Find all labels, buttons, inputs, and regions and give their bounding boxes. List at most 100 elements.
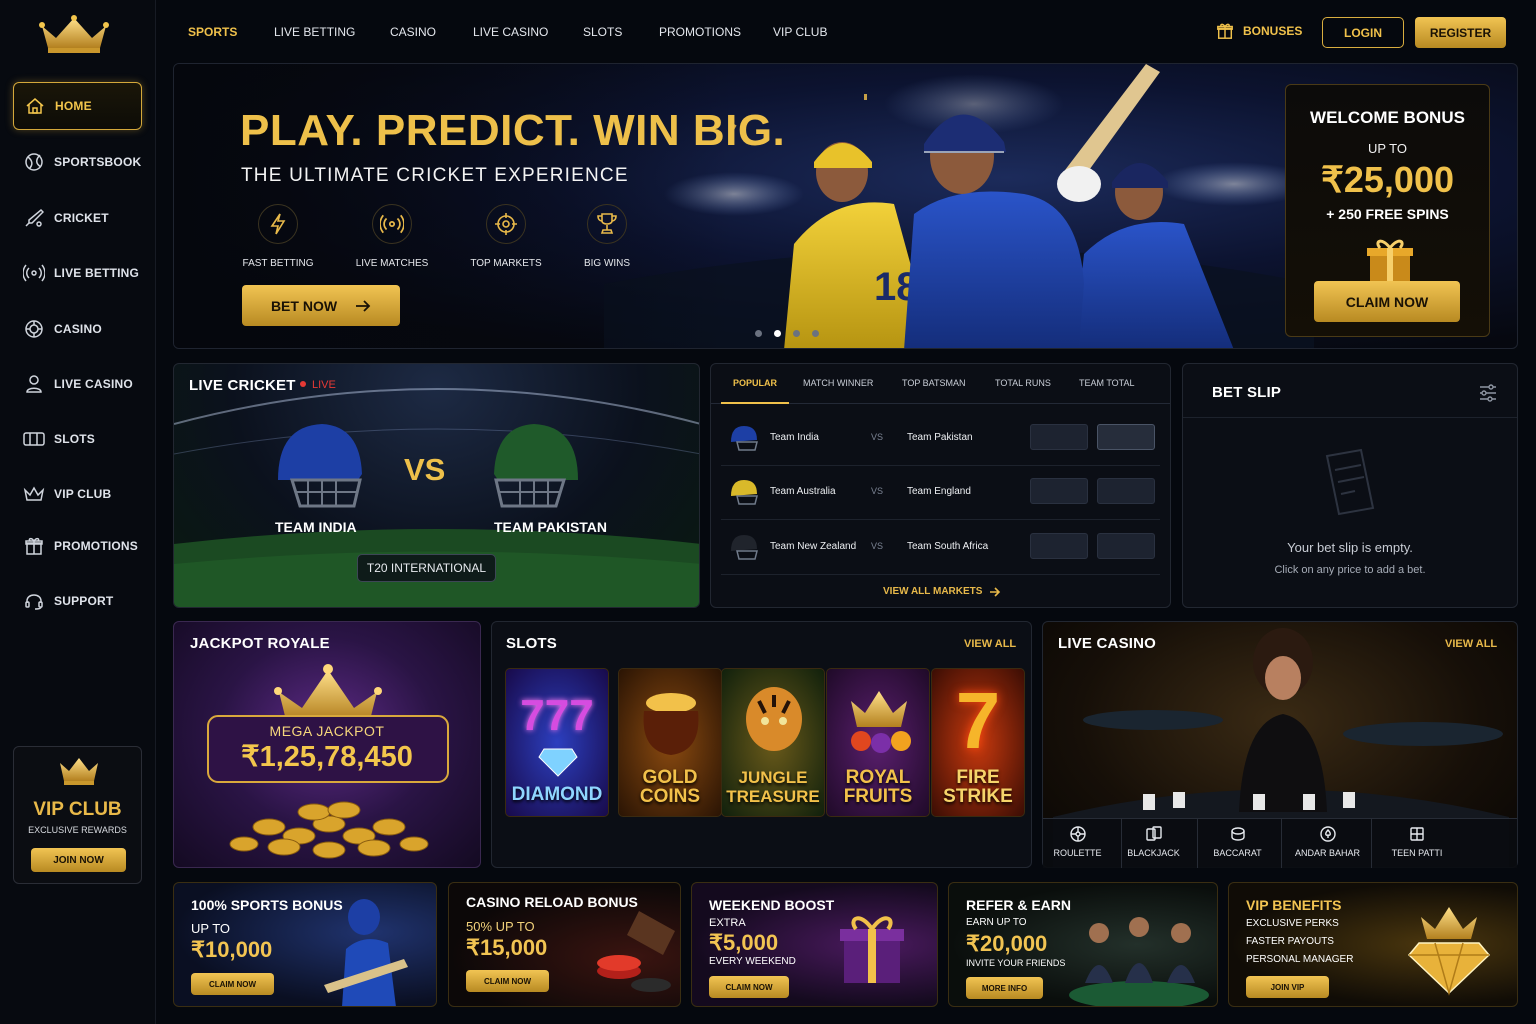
- bet-now-button[interactable]: BET NOW: [242, 285, 400, 326]
- tab-team-total[interactable]: TEAM TOTAL: [1079, 378, 1135, 388]
- sidebar-item-slots[interactable]: SLOTS: [13, 415, 142, 463]
- odds-button[interactable]: [1030, 478, 1088, 504]
- slot-game-diamond[interactable]: 777 DIAMOND: [505, 668, 609, 817]
- game-tab-baccarat[interactable]: BACCARAT: [1194, 818, 1282, 868]
- seven-glyph: 7: [955, 676, 1001, 765]
- nav-slots[interactable]: SLOTS: [583, 25, 622, 39]
- claim-now-button[interactable]: CLAIM NOW: [1314, 281, 1460, 322]
- live-casino-view-all-link[interactable]: VIEW ALL: [1445, 638, 1497, 650]
- game-tab-label: TEEN PATTI: [1391, 848, 1443, 858]
- row-divider: [721, 574, 1160, 575]
- slot-game-bottom-wrap: JUNGLE TREASURE: [722, 768, 824, 806]
- promo-vip-benefits[interactable]: VIP BENEFITS EXCLUSIVE PERKS FASTER PAYO…: [1228, 882, 1518, 1007]
- promo-line2: EVERY WEEKEND: [709, 956, 796, 967]
- promo-sports-bonus[interactable]: 100% SPORTS BONUS UP TO ₹10,000 CLAIM NO…: [173, 882, 437, 1007]
- ball-icon: [23, 152, 45, 172]
- vip-club-card: VIP CLUB EXCLUSIVE REWARDS JOIN NOW: [13, 746, 142, 884]
- promo-line1: UP TO: [191, 921, 231, 936]
- promo-casino-reload[interactable]: CASINO RELOAD BONUS 50% UP TO ₹15,000 CL…: [448, 882, 681, 1007]
- sidebar-item-promotions[interactable]: PROMOTIONS: [13, 522, 142, 570]
- jackpot-panel[interactable]: JACKPOT ROYALE MEGA JACKPOT ₹1,25,78,450: [173, 621, 481, 868]
- claim-now-button[interactable]: CLAIM NOW: [466, 970, 549, 992]
- gift-icon: [23, 536, 45, 556]
- slot-game-bottom: TREASURE: [726, 787, 820, 806]
- welcome-title: WELCOME BONUS: [1310, 108, 1465, 127]
- carousel-dot[interactable]: [774, 330, 781, 337]
- slot-game-gold-coins[interactable]: GOLD COINS: [618, 668, 722, 817]
- sidebar-item-label: CRICKET: [54, 211, 109, 225]
- nav-sports[interactable]: SPORTS: [188, 25, 237, 39]
- slot-game-top: ROYAL: [845, 767, 911, 788]
- promo-refer-earn[interactable]: REFER & EARN EARN UP TO ₹20,000 INVITE Y…: [948, 882, 1218, 1007]
- row-divider: [721, 465, 1160, 466]
- sidebar-item-home[interactable]: HOME: [13, 82, 142, 130]
- game-tab-roulette[interactable]: ROULETTE: [1034, 818, 1122, 868]
- markets-panel: POPULAR MATCH WINNER TOP BATSMAN TOTAL R…: [710, 363, 1171, 608]
- sidebar-item-vip-club[interactable]: VIP CLUB: [13, 470, 142, 518]
- sidebar-item-cricket[interactable]: CRICKET: [13, 194, 142, 242]
- claim-now-button[interactable]: CLAIM NOW: [191, 973, 274, 995]
- sidebar-item-live-casino[interactable]: LIVE CASINO: [13, 360, 142, 408]
- odds-button[interactable]: [1030, 533, 1088, 559]
- dealer-icon: [23, 374, 45, 394]
- more-info-button[interactable]: MORE INFO: [966, 977, 1043, 999]
- feature-big-wins: BIG WINS: [574, 204, 640, 269]
- sidebar-item-label: CASINO: [54, 322, 102, 336]
- odds-button[interactable]: [1097, 478, 1155, 504]
- game-tab-andar-bahar[interactable]: ANDAR BAHAR: [1284, 818, 1372, 868]
- promo-amount: ₹20,000: [966, 931, 1048, 956]
- live-cricket-panel[interactable]: LIVE CRICKET LIVE TEAM INDIA VS TEAM PAK…: [173, 363, 700, 608]
- nav-vip-club[interactable]: VIP CLUB: [773, 25, 827, 39]
- nav-live-casino[interactable]: LIVE CASINO: [473, 25, 548, 39]
- vip-card-subtitle: EXCLUSIVE REWARDS: [28, 825, 127, 835]
- vs-label: VS: [871, 541, 884, 551]
- odds-button[interactable]: [1097, 533, 1155, 559]
- slot-game-top: 777: [520, 691, 594, 740]
- view-all-markets-link[interactable]: VIEW ALL MARKETS: [883, 586, 1001, 597]
- tab-total-runs[interactable]: TOTAL RUNS: [995, 378, 1051, 388]
- tab-match-winner[interactable]: MATCH WINNER: [803, 378, 873, 388]
- join-vip-button[interactable]: JOIN VIP: [1246, 976, 1329, 998]
- nav-promotions[interactable]: PROMOTIONS: [659, 25, 741, 39]
- odds-button[interactable]: [1030, 424, 1088, 450]
- carousel-dot[interactable]: [755, 330, 762, 337]
- slots-view-all-link[interactable]: VIEW ALL: [964, 638, 1016, 650]
- claim-now-button[interactable]: CLAIM NOW: [709, 976, 789, 998]
- odds-button[interactable]: [1097, 424, 1155, 450]
- lightning-icon: [270, 213, 286, 235]
- promo-line1: EARN UP TO: [966, 917, 1027, 928]
- crown-logo-icon[interactable]: [38, 14, 110, 54]
- feature-top-markets: TOP MARKETS: [464, 204, 548, 269]
- sidebar-item-label: SLOTS: [54, 432, 96, 446]
- live-badge: LIVE: [312, 379, 336, 391]
- broadcast-icon: [380, 214, 404, 234]
- casino-chips-illustration: [597, 911, 675, 992]
- carousel-dot[interactable]: [793, 330, 800, 337]
- sidebar-item-casino[interactable]: CASINO: [13, 305, 142, 353]
- register-button[interactable]: REGISTER: [1415, 17, 1506, 48]
- promo-line1: EXTRA: [709, 917, 746, 929]
- sidebar-item-support[interactable]: SUPPORT: [13, 577, 142, 625]
- carousel-dot[interactable]: [812, 330, 819, 337]
- tab-top-batsman[interactable]: TOP BATSMAN: [902, 378, 966, 388]
- tab-popular[interactable]: POPULAR: [733, 378, 777, 388]
- row-divider: [721, 519, 1160, 520]
- sidebar-item-live-betting[interactable]: LIVE BETTING: [13, 249, 142, 297]
- slot-game-royal-fruits[interactable]: ROYAL FRUITS: [826, 668, 930, 817]
- sidebar-item-sportsbook[interactable]: SPORTSBOOK: [13, 138, 142, 186]
- nav-live-betting[interactable]: LIVE BETTING: [274, 25, 355, 39]
- nav-casino[interactable]: CASINO: [390, 25, 436, 39]
- promo-weekend-boost[interactable]: WEEKEND BOOST EXTRA ₹5,000 EVERY WEEKEND…: [691, 882, 938, 1007]
- game-tab-blackjack[interactable]: BLACKJACK: [1110, 818, 1198, 868]
- game-tab-label: ANDAR BAHAR: [1294, 848, 1360, 858]
- arrow-right-icon: [990, 586, 1001, 597]
- settings-sliders-icon[interactable]: [1478, 384, 1498, 402]
- slot-game-fire-strike[interactable]: 7 FIRE STRIKE: [931, 668, 1025, 817]
- slot-game-jungle-treasure[interactable]: JUNGLE TREASURE: [721, 668, 825, 817]
- login-button[interactable]: LOGIN: [1322, 17, 1404, 48]
- home-team: Team India: [770, 432, 819, 443]
- join-now-button[interactable]: JOIN NOW: [31, 848, 126, 872]
- bonuses-link[interactable]: BONUSES: [1216, 22, 1302, 40]
- game-tab-teen-patti[interactable]: TEEN PATTI: [1373, 818, 1461, 868]
- arrow-right-icon: [356, 299, 371, 312]
